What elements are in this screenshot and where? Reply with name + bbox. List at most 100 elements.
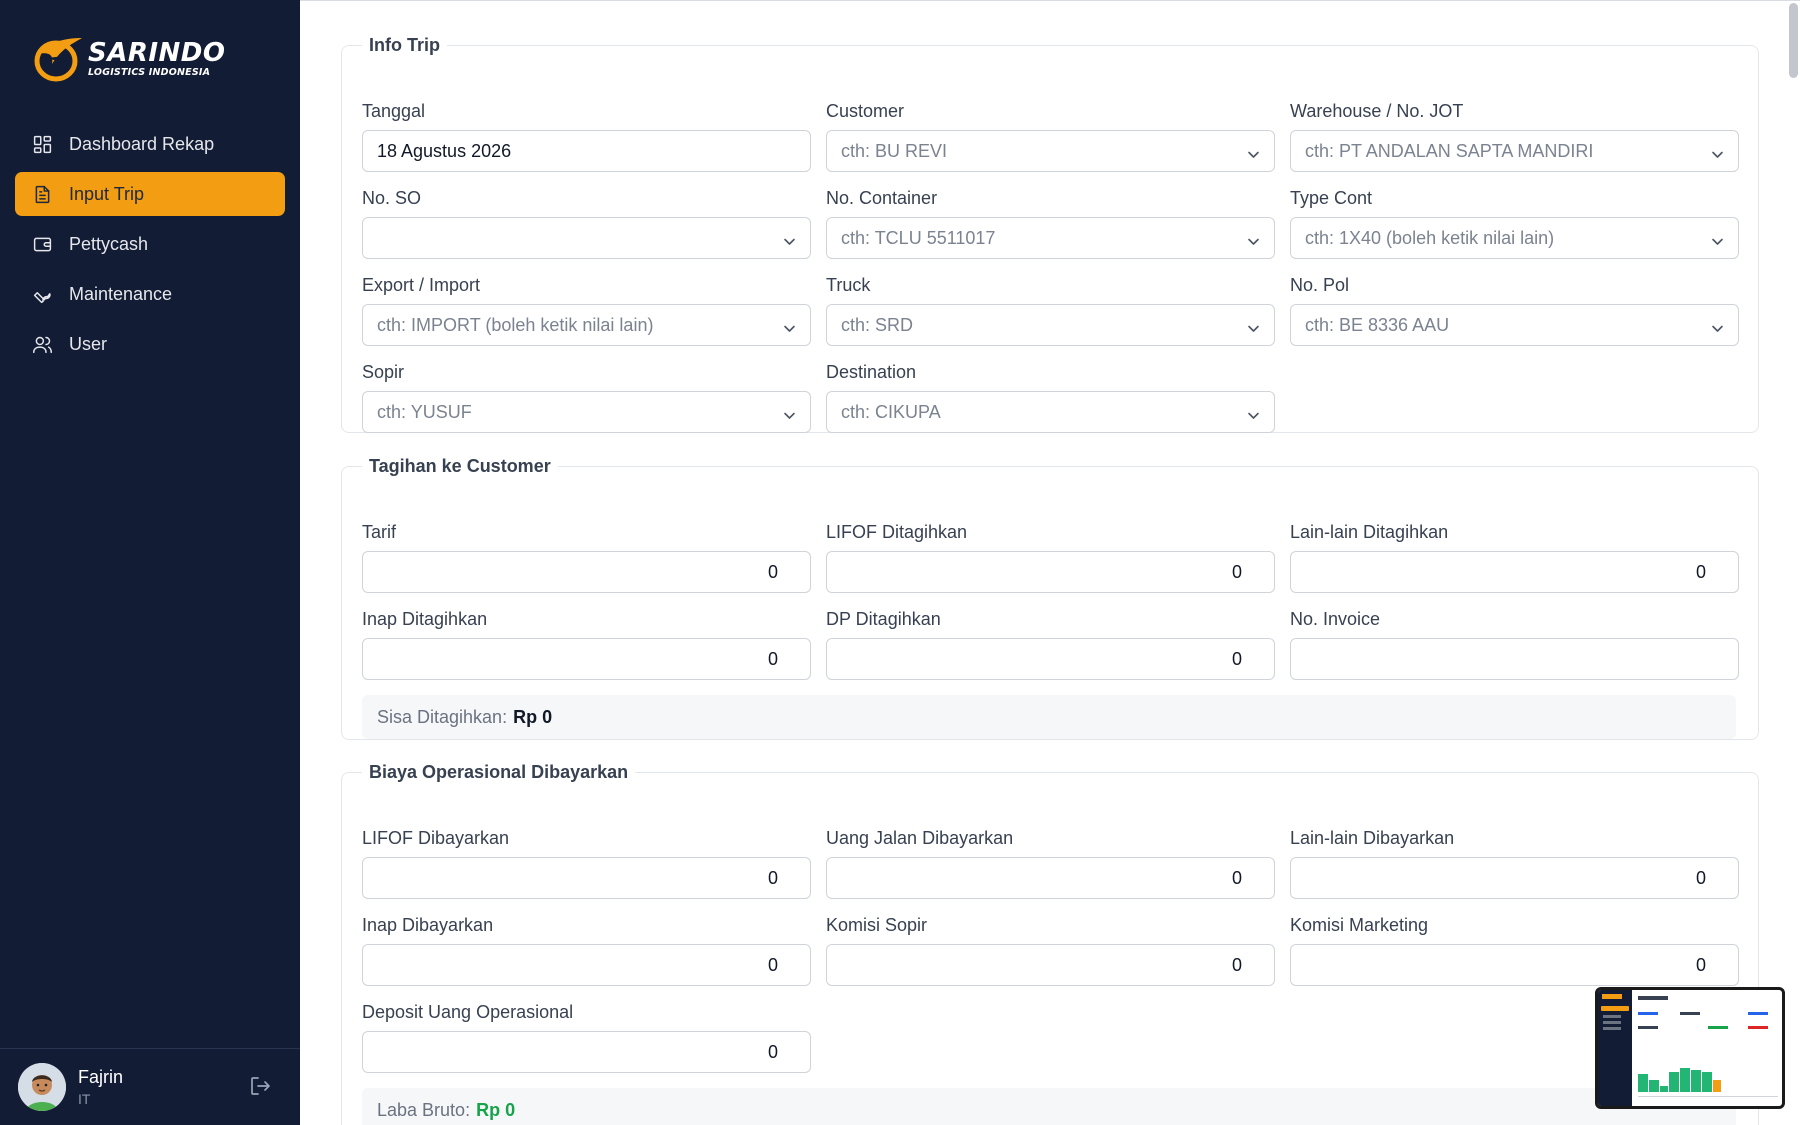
export-import-select[interactable]: cth: IMPORT (boleh ketik nilai lain) [362,304,811,346]
screen-preview-thumbnail[interactable] [1595,987,1785,1109]
vertical-scrollbar[interactable] [1789,3,1798,78]
customer-label: Customer [826,101,905,121]
dp-ditagihkan-input[interactable]: 0 [826,638,1275,680]
no-invoice-field: No. Invoice [1290,609,1739,680]
sopir-field: Sopir cth: YUSUF [362,362,811,433]
nav-label-dashboard-rekap: Dashboard Rekap [69,133,215,154]
laba-bruto-summary: Laba Bruto: Rp 0 [362,1088,1736,1125]
destination-field: Destination cth: CIKUPA [826,362,1275,433]
no-container-placeholder: cth: TCLU 5511017 [841,227,996,248]
tarif-input[interactable]: 0 [362,551,811,593]
tarif-label: Tarif [362,522,397,542]
no-so-select[interactable] [362,217,811,259]
chevron-down-icon [1711,232,1724,245]
dp-ditagihkan-field: DP Ditagihkan 0 [826,609,1275,680]
uang-jalan-field: Uang Jalan Dibayarkan 0 [826,828,1275,899]
lifof-ditagihkan-field: LIFOF Ditagihkan 0 [826,522,1275,593]
warehouse-field: Warehouse / No. JOT cth: PT ANDALAN SAPT… [1290,101,1739,172]
lifof-ditagihkan-input[interactable]: 0 [826,551,1275,593]
export-import-placeholder: cth: IMPORT (boleh ketik nilai lain) [377,314,654,335]
inap-ditagihkan-input[interactable]: 0 [362,638,811,680]
sopir-select[interactable]: cth: YUSUF [362,391,811,433]
type-cont-field: Type Cont cth: 1X40 (boleh ketik nilai l… [1290,188,1739,259]
sisa-ditagihkan-summary: Sisa Ditagihkan: Rp 0 [362,695,1736,739]
nav-label-pettycash: Pettycash [69,233,149,254]
komisi-sopir-input[interactable]: 0 [826,944,1275,986]
inap-dibayarkan-label: Inap Dibayarkan [362,915,494,935]
deposit-label: Deposit Uang Operasional [362,1002,574,1022]
no-pol-select[interactable]: cth: BE 8336 AAU [1290,304,1739,346]
type-cont-select[interactable]: cth: 1X40 (boleh ketik nilai lain) [1290,217,1739,259]
biaya-section: Biaya Operasional Dibayarkan LIFOF Dibay… [341,762,1759,1125]
no-pol-field: No. Pol cth: BE 8336 AAU [1290,275,1739,346]
laba-bruto-value: Rp 0 [476,1099,516,1120]
komisi-marketing-field: Komisi Marketing 0 [1290,915,1739,986]
no-so-field: No. SO [362,188,811,259]
customer-select[interactable]: cth: BU REVI [826,130,1275,172]
nav-label-user: User [69,333,108,354]
chevron-down-icon [783,406,796,419]
no-pol-placeholder: cth: BE 8336 AAU [1305,314,1450,335]
logout-button[interactable] [248,1074,274,1100]
nav-item-input-trip[interactable]: Input Trip [15,172,285,216]
no-container-select[interactable]: cth: TCLU 5511017 [826,217,1275,259]
brand-logo[interactable]: SARINDO LOGISTICS INDONESIA [32,34,226,84]
lain-lain-ditagihkan-label: Lain-lain Ditagihkan [1290,522,1449,542]
lain-lain-dibayarkan-field: Lain-lain Dibayarkan 0 [1290,828,1739,899]
lifof-dibayarkan-input[interactable]: 0 [362,857,811,899]
biaya-legend: Biaya Operasional Dibayarkan [369,762,629,782]
chevron-down-icon [1711,319,1724,332]
info-trip-legend: Info Trip [369,35,440,55]
chevron-down-icon [1247,319,1260,332]
sarindo-logo-icon [34,38,82,82]
export-import-field: Export / Import cth: IMPORT (boleh ketik… [362,275,811,346]
lain-lain-ditagihkan-input[interactable]: 0 [1290,551,1739,593]
user-name: Fajrin [78,1067,124,1087]
chevron-down-icon [1247,232,1260,245]
nav-item-user[interactable]: User [15,322,285,366]
tanggal-input[interactable]: 18 Agustus 2026 [362,130,811,172]
main-nav: Dashboard Rekap Input Trip Pettycash Mai… [15,122,285,372]
inap-ditagihkan-label: Inap Ditagihkan [362,609,488,629]
sopir-label: Sopir [362,362,405,382]
komisi-marketing-input[interactable]: 0 [1290,944,1739,986]
lifof-dibayarkan-field: LIFOF Dibayarkan 0 [362,828,811,899]
laba-bruto-label: Laba Bruto: [377,1099,471,1120]
logout-icon [251,1077,270,1095]
nav-item-pettycash[interactable]: Pettycash [15,222,285,266]
komisi-sopir-field: Komisi Sopir 0 [826,915,1275,986]
nav-item-dashboard-rekap[interactable]: Dashboard Rekap [15,122,285,166]
chevron-down-icon [1711,145,1724,158]
dashboard-preview-icon [1598,990,1782,1106]
sopir-placeholder: cth: YUSUF [377,401,472,422]
chevron-down-icon [1247,145,1260,158]
no-container-field: No. Container cth: TCLU 5511017 [826,188,1275,259]
truck-placeholder: cth: SRD [841,314,914,335]
deposit-input[interactable]: 0 [362,1031,811,1073]
komisi-marketing-label: Komisi Marketing [1290,915,1429,935]
warehouse-select[interactable]: cth: PT ANDALAN SAPTA MANDIRI [1290,130,1739,172]
destination-label: Destination [826,362,917,382]
no-invoice-input[interactable] [1290,638,1739,680]
info-trip-section: Info Trip Tanggal 18 Agustus 2026 Custom… [341,35,1759,433]
destination-select[interactable]: cth: CIKUPA [826,391,1275,433]
type-cont-placeholder: cth: 1X40 (boleh ketik nilai lain) [1305,227,1555,248]
truck-select[interactable]: cth: SRD [826,304,1275,346]
user-profile: Fajrin IT [0,1048,300,1125]
dp-ditagihkan-label: DP Ditagihkan [826,609,941,629]
customer-placeholder: cth: BU REVI [841,140,948,161]
tanggal-field: Tanggal 18 Agustus 2026 [362,101,811,172]
lifof-dibayarkan-label: LIFOF Dibayarkan [362,828,510,848]
lain-lain-ditagihkan-field: Lain-lain Ditagihkan 0 [1290,522,1739,593]
tarif-field: Tarif 0 [362,522,811,593]
nav-item-maintenance[interactable]: Maintenance [15,272,285,316]
komisi-sopir-label: Komisi Sopir [826,915,928,935]
uang-jalan-input[interactable]: 0 [826,857,1275,899]
avatar[interactable] [18,1063,66,1111]
chevron-down-icon [1247,406,1260,419]
no-invoice-label: No. Invoice [1290,609,1381,629]
no-so-label: No. SO [362,188,422,208]
no-pol-label: No. Pol [1290,275,1350,295]
lain-lain-dibayarkan-input[interactable]: 0 [1290,857,1739,899]
inap-dibayarkan-input[interactable]: 0 [362,944,811,986]
